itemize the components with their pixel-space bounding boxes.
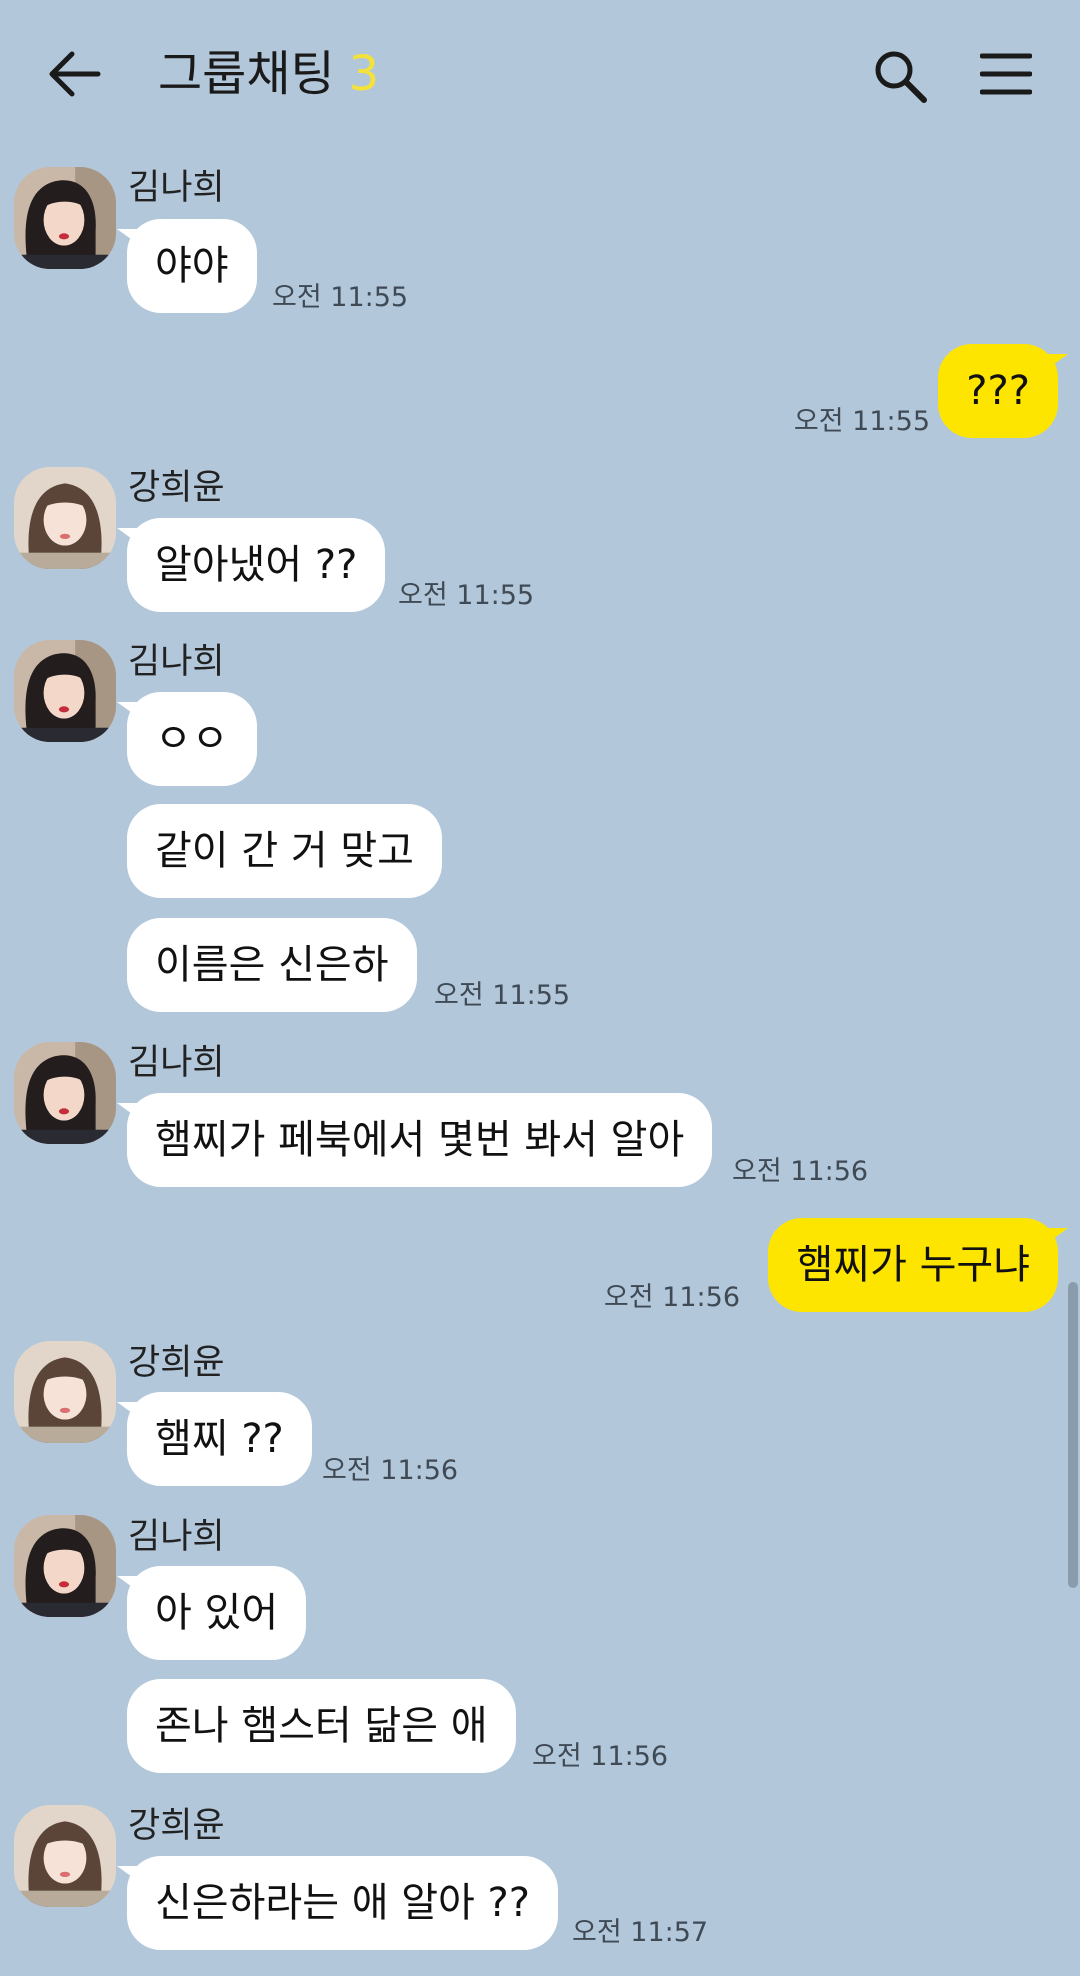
arrow-left-icon bbox=[49, 51, 101, 97]
message-time: 오전 11:57 bbox=[572, 1917, 709, 1948]
chat-header: 그룹채팅 3 bbox=[0, 0, 1080, 150]
member-count: 3 bbox=[348, 46, 380, 102]
sender-name: 강희윤 bbox=[128, 468, 225, 508]
message-time: 오전 11:56 bbox=[322, 1455, 459, 1486]
message-bubble[interactable]: 알아냈어 ?? bbox=[116, 518, 386, 612]
avatar[interactable] bbox=[14, 1805, 116, 1907]
sender-name: 김나희 bbox=[128, 1517, 225, 1557]
search-button[interactable] bbox=[872, 48, 928, 104]
message-bubble[interactable]: 신은하라는 애 알아 ?? bbox=[116, 1856, 559, 1950]
avatar[interactable] bbox=[14, 640, 116, 742]
chat-title-text: 그룹채팅 bbox=[158, 46, 335, 102]
sender-name: 김나희 bbox=[128, 1043, 225, 1083]
avatar[interactable] bbox=[14, 467, 116, 569]
message-time: 오전 11:55 bbox=[272, 282, 409, 313]
message-time: 오전 11:55 bbox=[434, 980, 571, 1011]
menu-button[interactable] bbox=[979, 52, 1033, 96]
scrollbar[interactable] bbox=[1068, 1282, 1078, 1588]
message-bubble[interactable]: 같이 간 거 맞고 bbox=[127, 804, 442, 898]
message-bubble[interactable]: 야야 bbox=[117, 219, 257, 313]
back-button[interactable] bbox=[46, 50, 102, 98]
sender-name: 강희윤 bbox=[128, 1806, 225, 1846]
message-bubble[interactable]: 이름은 신은하 bbox=[127, 918, 417, 1012]
message-time: 오전 11:56 bbox=[732, 1156, 869, 1187]
chat-title: 그룹채팅 3 bbox=[158, 42, 379, 106]
message-bubble[interactable]: ㅇㅇ bbox=[117, 692, 257, 786]
message-time: 오전 11:56 bbox=[532, 1741, 669, 1772]
message-bubble[interactable]: 존나 햄스터 닮은 애 bbox=[127, 1679, 516, 1773]
search-icon bbox=[875, 51, 927, 103]
message-time: 오전 11:56 bbox=[603, 1282, 740, 1313]
message-bubble-sent[interactable]: 햄찌가 누구냐 bbox=[768, 1218, 1068, 1312]
hamburger-menu-icon bbox=[979, 53, 1033, 95]
sender-name: 김나희 bbox=[128, 642, 225, 682]
sender-name: 김나희 bbox=[128, 168, 225, 208]
message-bubble[interactable]: 햄찌가 페북에서 몇번 봐서 알아 bbox=[116, 1093, 713, 1187]
message-bubble-sent[interactable]: ??? bbox=[938, 344, 1068, 438]
sender-name: 강희윤 bbox=[128, 1343, 225, 1383]
avatar[interactable] bbox=[14, 167, 116, 269]
message-time: 오전 11:55 bbox=[398, 580, 535, 611]
avatar[interactable] bbox=[14, 1341, 116, 1443]
message-time: 오전 11:55 bbox=[793, 406, 930, 437]
avatar[interactable] bbox=[14, 1042, 116, 1144]
message-bubble[interactable]: 햄찌 ?? bbox=[117, 1392, 312, 1486]
avatar[interactable] bbox=[14, 1515, 116, 1617]
message-bubble[interactable]: 아 있어 bbox=[116, 1566, 307, 1660]
